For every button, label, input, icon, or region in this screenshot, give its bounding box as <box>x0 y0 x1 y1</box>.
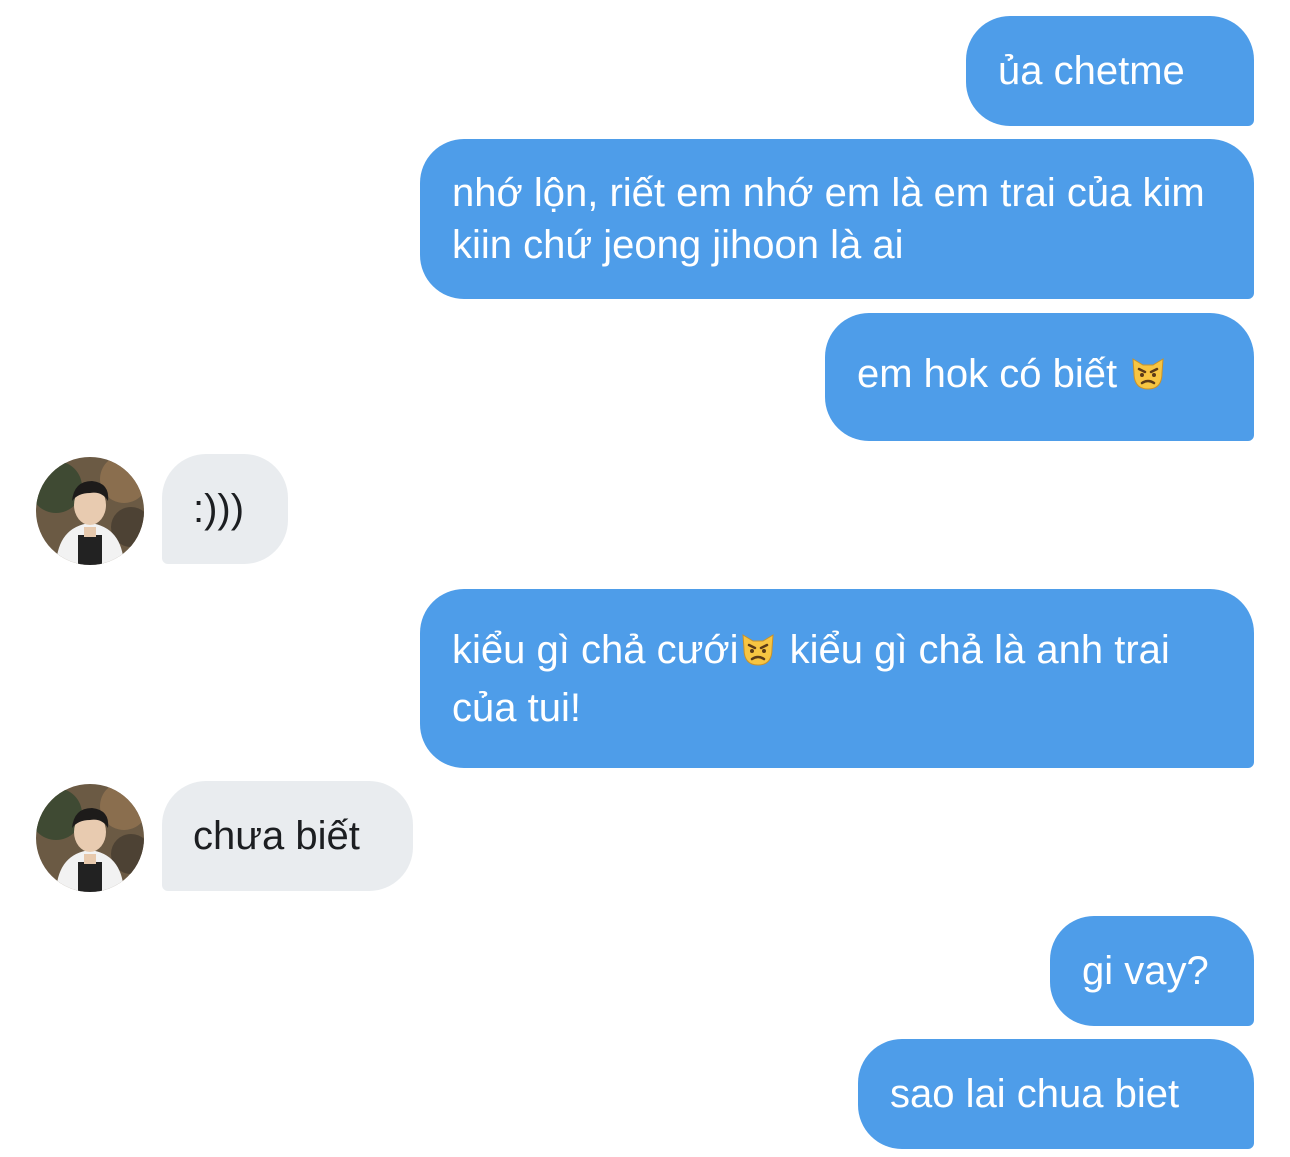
contact-avatar[interactable] <box>36 457 144 565</box>
received-message-bubble[interactable]: chưa biết <box>162 781 413 891</box>
message-text: gi vay? <box>1082 949 1209 993</box>
message-text: em hok có biết <box>857 348 1168 406</box>
sent-message-bubble[interactable]: em hok có biết <box>825 313 1254 441</box>
message-text: ủa chetme <box>998 49 1185 93</box>
message-text: kiểu gì chả cưới kiểu gì chả là anh trai… <box>452 627 1181 730</box>
sent-message-bubble[interactable]: nhớ lộn, riết em nhớ em là em trai của k… <box>420 139 1254 299</box>
message-text: :))) <box>193 487 245 531</box>
sent-message-bubble[interactable]: ủa chetme <box>966 16 1254 126</box>
sent-message-bubble[interactable]: gi vay? <box>1050 916 1254 1026</box>
sent-message-bubble[interactable]: sao lai chua biet <box>858 1039 1254 1149</box>
user-avatar-photo-icon <box>36 457 144 565</box>
contact-avatar[interactable] <box>36 784 144 892</box>
pouting-cat-emoji <box>738 629 778 682</box>
received-message-bubble[interactable]: :))) <box>162 454 288 564</box>
sent-message-bubble[interactable]: kiểu gì chả cưới kiểu gì chả là anh trai… <box>420 589 1254 768</box>
message-text: sao lai chua biet <box>890 1072 1180 1116</box>
user-avatar-photo-icon <box>36 784 144 892</box>
pouting-cat-emoji <box>1128 353 1168 406</box>
message-text: chưa biết <box>193 814 360 858</box>
message-text: nhớ lộn, riết em nhớ em là em trai của k… <box>452 171 1216 267</box>
